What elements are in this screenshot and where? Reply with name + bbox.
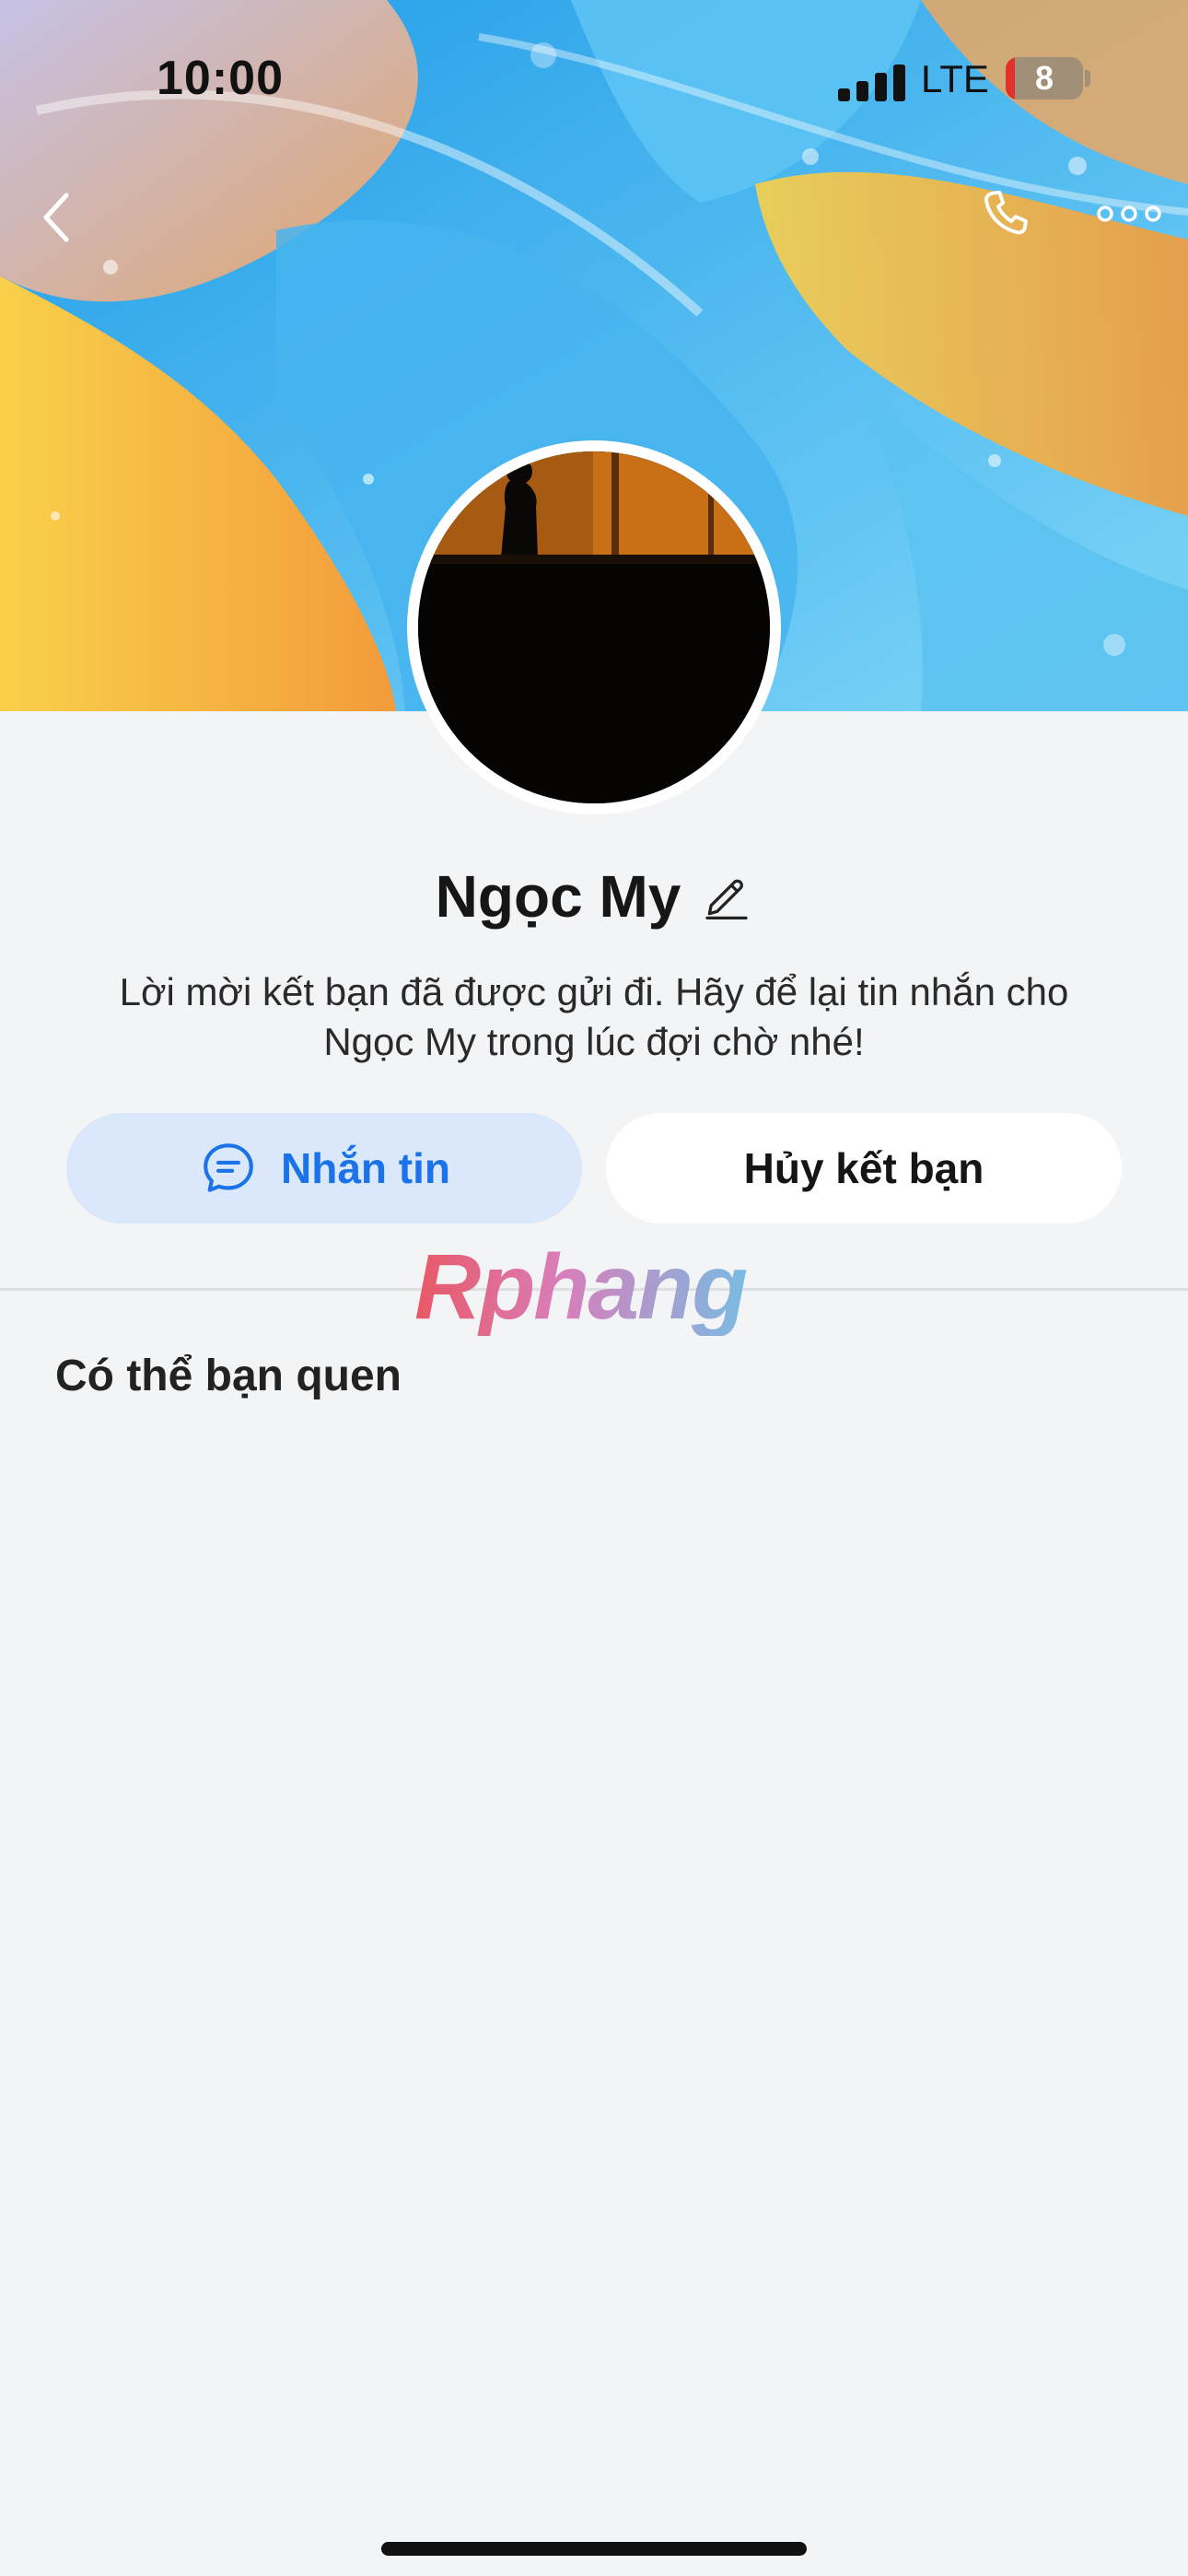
cancel-friend-request-label: Hủy kết bạn xyxy=(743,1144,984,1192)
chat-bubble-icon xyxy=(204,1143,253,1192)
profile-page: 10:00 LTE 8 Ngọc My Lời mời kết bạn đã đ… xyxy=(0,0,1188,2576)
profile-name-row: Ngọc My xyxy=(0,855,1188,938)
home-indicator[interactable] xyxy=(381,2542,807,2556)
watermark: Rphang xyxy=(414,1235,783,1339)
avatar-photo xyxy=(418,451,770,803)
signal-strength-icon xyxy=(838,59,912,101)
cancel-friend-request-button[interactable]: Hủy kết bạn xyxy=(606,1113,1122,1224)
network-type: LTE xyxy=(921,57,989,100)
back-button[interactable] xyxy=(39,190,76,245)
avatar[interactable] xyxy=(418,451,770,803)
suggestions-title: Có thể bạn quen xyxy=(55,1352,402,1400)
call-button[interactable] xyxy=(976,184,1037,245)
message-button[interactable]: Nhắn tin xyxy=(66,1113,582,1224)
battery-level: 8 xyxy=(1034,59,1054,97)
edit-name-button[interactable] xyxy=(701,871,752,922)
profile-name: Ngọc My xyxy=(435,863,681,930)
friend-request-notice: Lời mời kết bạn đã được gửi đi. Hãy để l… xyxy=(119,970,1069,1063)
battery-tip xyxy=(1085,70,1090,87)
status-time: 10:00 xyxy=(157,52,284,105)
more-button[interactable] xyxy=(1096,201,1162,227)
battery-icon: 8 xyxy=(1006,57,1083,100)
message-button-label: Nhắn tin xyxy=(281,1144,450,1192)
